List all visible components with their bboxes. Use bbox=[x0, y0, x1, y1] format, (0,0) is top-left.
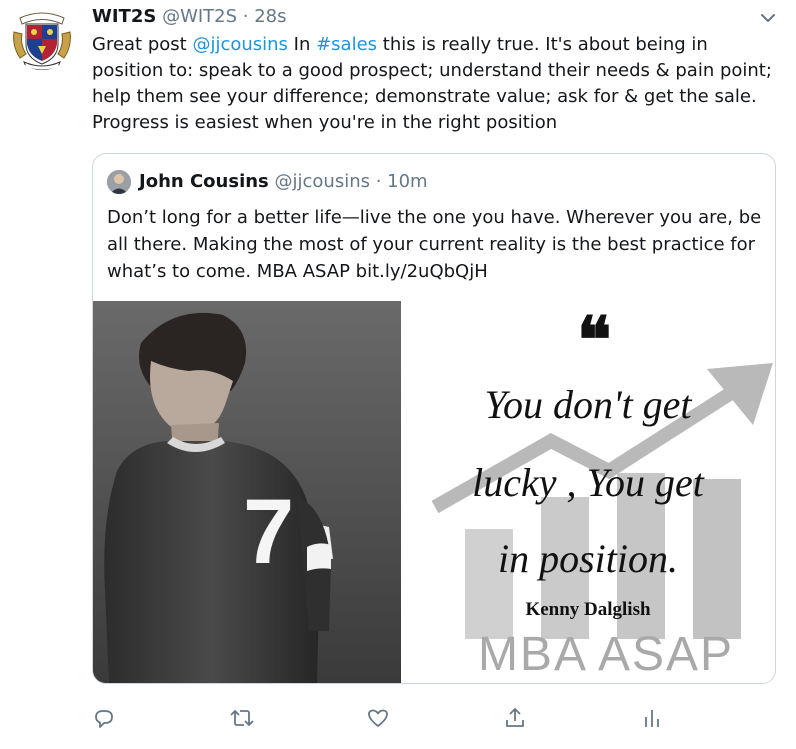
quoted-timestamp: 10m bbox=[387, 171, 428, 192]
reply-icon[interactable] bbox=[92, 706, 118, 732]
display-name[interactable]: WIT2S bbox=[92, 6, 156, 27]
timestamp[interactable]: 28s bbox=[254, 6, 286, 27]
chevron-down-icon[interactable] bbox=[758, 8, 778, 28]
heart-icon[interactable] bbox=[366, 706, 392, 732]
tweet-header: WIT2S @WIT2S · 28s bbox=[92, 4, 287, 30]
quote-card: ❝ You don't get lucky , You get in posit… bbox=[401, 301, 775, 683]
quoted-display-name: John Cousins bbox=[139, 171, 269, 192]
quoted-image[interactable]: 7 ❝ You don't get lucky , You get in pos… bbox=[93, 301, 775, 683]
analytics-icon[interactable] bbox=[640, 706, 666, 732]
quote-line-3: in position. bbox=[497, 536, 679, 581]
player-photo: 7 bbox=[93, 301, 401, 683]
share-icon[interactable] bbox=[503, 706, 529, 732]
quote-author: Kenny Dalglish bbox=[525, 599, 651, 620]
hashtag-link[interactable]: #sales bbox=[316, 34, 377, 55]
quoted-tweet[interactable]: John Cousins @jjcousins · 10m Don’t long… bbox=[92, 153, 776, 684]
jersey-number: 7 bbox=[243, 481, 294, 583]
separator: · bbox=[369, 171, 388, 192]
quote-line-1: You don't get bbox=[484, 382, 692, 427]
separator: · bbox=[237, 6, 255, 27]
retweet-icon[interactable] bbox=[229, 706, 255, 732]
quoted-text: Don’t long for a better life—live the on… bbox=[107, 207, 762, 282]
handle[interactable]: @WIT2S bbox=[162, 6, 237, 27]
text-segment: In bbox=[287, 34, 317, 55]
brand-watermark: MBA ASAP bbox=[477, 628, 735, 681]
mention-link[interactable]: @jjcousins bbox=[192, 34, 287, 55]
tweet-actions bbox=[92, 706, 692, 734]
tweet-text: Great post @jjcousins In #sales this is … bbox=[92, 32, 782, 136]
quote-line-2: lucky , You get bbox=[472, 460, 704, 505]
quote-mark-icon: ❝ bbox=[577, 303, 612, 378]
text-segment: Great post bbox=[92, 34, 193, 55]
quoted-header: John Cousins @jjcousins · 10m bbox=[139, 169, 428, 195]
quoted-avatar[interactable] bbox=[107, 170, 131, 194]
tweet: WIT2S @WIT2S · 28s Great post @jjcousins… bbox=[0, 0, 796, 749]
crest-avatar-icon[interactable] bbox=[10, 6, 74, 70]
quoted-handle: @jjcousins bbox=[274, 171, 370, 192]
